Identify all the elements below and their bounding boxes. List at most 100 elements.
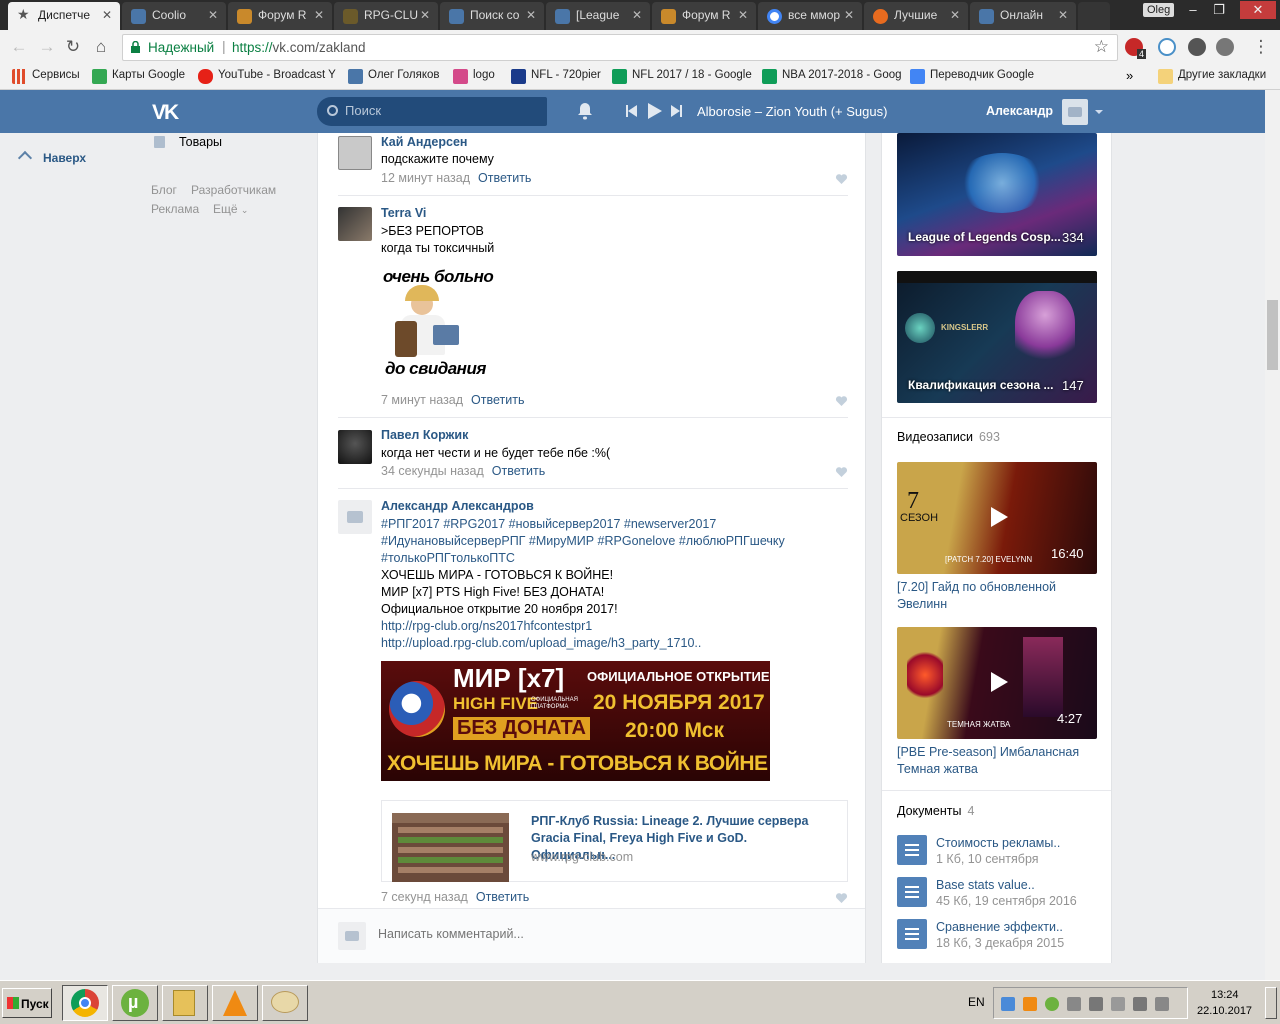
url-text[interactable]: https://vk.com/zakland	[232, 40, 366, 55]
profile-button[interactable]: Oleg	[1143, 3, 1175, 17]
taskbar-utorrent[interactable]: µ	[112, 985, 158, 1021]
bookmark-nba-sheet[interactable]: NBA 2017-2018 - Goog	[762, 69, 902, 84]
hashtags-line[interactable]: #толькоРПГтолькоПТС	[381, 550, 515, 567]
my-avatar[interactable]	[338, 922, 366, 950]
bookmark-apps[interactable]: Сервисы	[12, 69, 80, 84]
hashtags-line[interactable]: #ИдунановыйсерверРПГ #МируМИР #RPGonelov…	[381, 533, 785, 550]
close-icon[interactable]: ✕	[526, 8, 536, 22]
video-title[interactable]: [PBE Pre-season] Имбалансная Темная жатв…	[897, 744, 1097, 778]
tab-8[interactable]: Лучшие ✕	[864, 2, 968, 30]
avatar[interactable]	[338, 207, 372, 241]
flag-tray-icon[interactable]	[1155, 997, 1169, 1011]
taskbar-paint[interactable]	[262, 985, 308, 1021]
bookmark-nfl-sheet[interactable]: NFL 2017 / 18 - Google	[612, 69, 752, 84]
close-icon[interactable]: ✕	[738, 8, 748, 22]
avatar[interactable]	[338, 430, 372, 464]
comment-author[interactable]: Terra Vi	[381, 206, 426, 220]
now-playing-track[interactable]: Alborosie – Zion Youth (+ Sugus)	[697, 104, 887, 119]
tab-2[interactable]: Форум R ✕	[228, 2, 332, 30]
search-input[interactable]	[345, 103, 535, 118]
close-icon[interactable]: ✕	[314, 8, 324, 22]
video-title[interactable]: [7.20] Гайд по обновленной Эвелинн	[897, 579, 1097, 613]
video-thumb[interactable]: ТЕМНАЯ ЖАТВА 4:27	[897, 627, 1097, 739]
bookmarks-more-button[interactable]: »	[1126, 68, 1133, 83]
footer-link-blog[interactable]: Блог	[151, 183, 177, 197]
show-desktop-button[interactable]	[1265, 987, 1277, 1019]
taskbar-vlc[interactable]	[212, 985, 258, 1021]
clock-date[interactable]: 22.10.2017	[1197, 1005, 1252, 1017]
home-button[interactable]: ⌂	[90, 36, 112, 58]
previous-track-icon[interactable]	[626, 105, 637, 117]
close-icon[interactable]: ✕	[844, 8, 854, 22]
chevron-down-icon[interactable]	[1095, 110, 1103, 114]
comment-author[interactable]: Павел Коржик	[381, 428, 468, 442]
bell-icon[interactable]	[577, 102, 593, 120]
start-button[interactable]: Пуск	[2, 988, 52, 1018]
heart-icon[interactable]	[835, 173, 848, 185]
footer-link-more[interactable]: Ещё ⌄	[213, 202, 248, 216]
videos-header[interactable]: Видеозаписи 693	[897, 430, 1000, 444]
tab-7[interactable]: все ммор ✕	[758, 2, 862, 30]
vlc-tray-icon[interactable]	[1023, 997, 1037, 1011]
forward-button[interactable]: →	[36, 36, 58, 58]
taskbar-explorer[interactable]	[162, 985, 208, 1021]
taskbar-chrome[interactable]	[62, 985, 108, 1021]
scroll-to-top-link[interactable]: Наверх	[43, 151, 86, 165]
back-button[interactable]: ←	[8, 36, 30, 58]
avatar[interactable]	[338, 500, 372, 534]
meme-image[interactable]: очень больно до свидания	[381, 263, 506, 383]
bookmark-maps[interactable]: Карты Google	[92, 69, 185, 84]
search-box[interactable]	[317, 97, 547, 126]
comment-time[interactable]: 7 минут назад	[381, 393, 463, 407]
bookmark-youtube[interactable]: YouTube - Broadcast Y	[198, 69, 336, 84]
document-name[interactable]: Base stats value..	[936, 878, 1035, 892]
comment-input[interactable]	[378, 924, 848, 944]
close-window-button[interactable]: ✕	[1240, 1, 1276, 19]
close-icon[interactable]: ✕	[950, 8, 960, 22]
scrollbar-thumb[interactable]	[1267, 300, 1278, 370]
comment-time[interactable]: 12 минут назад	[381, 171, 470, 185]
link-snippet[interactable]: РПГ-Клуб Russia: Lineage 2. Лучшие серве…	[381, 800, 848, 882]
network-tray-icon[interactable]	[1133, 997, 1147, 1011]
avatar[interactable]	[338, 136, 372, 170]
vpn-extension-icon[interactable]	[1158, 38, 1176, 56]
settings-extension-icon[interactable]	[1188, 38, 1206, 56]
comment-time[interactable]: 7 секунд назад	[381, 890, 468, 904]
snippet-domain[interactable]: www.rpg-club.com	[531, 850, 633, 864]
page-scrollbar[interactable]	[1265, 90, 1280, 980]
heart-icon[interactable]	[835, 395, 848, 407]
heart-icon[interactable]	[835, 892, 848, 904]
video-thumb[interactable]: 7 СЕЗОН [PATCH 7.20] EVELYNN 16:40	[897, 462, 1097, 574]
heart-icon[interactable]	[835, 466, 848, 478]
play-icon[interactable]	[991, 672, 1008, 692]
volume-tray-icon[interactable]	[1111, 997, 1125, 1011]
album-thumb[interactable]: KINGSLERR Квалификация сезона ... 147	[897, 271, 1097, 403]
album-thumb[interactable]: League of Legends Cosp... 334	[897, 133, 1097, 256]
close-icon[interactable]: ✕	[1058, 8, 1068, 22]
footer-link-ads[interactable]: Реклама	[151, 202, 199, 216]
reload-button[interactable]: ↻	[62, 36, 84, 58]
play-icon[interactable]	[991, 507, 1008, 527]
tab-6[interactable]: Форум R ✕	[652, 2, 756, 30]
tab-3[interactable]: RPG-CLU ✕	[334, 2, 438, 30]
hashtags-line[interactable]: #РПГ2017 #RPG2017 #новыйсервер2017 #news…	[381, 516, 716, 533]
shield-tray-icon[interactable]	[1067, 997, 1081, 1011]
bookmark-vk-profile[interactable]: Олег Голяков	[348, 69, 440, 84]
clock-time[interactable]: 13:24	[1211, 989, 1239, 1001]
safely-remove-tray-icon[interactable]	[1089, 997, 1103, 1011]
comment-author[interactable]: Александр Александров	[381, 499, 534, 513]
header-avatar[interactable]	[1062, 99, 1088, 125]
banner-image[interactable]: МИР [x7] HIGH FIVE ОФИЦИАЛЬНАЯ ПЛАТФОРМА…	[381, 661, 770, 781]
sidebar-item-goods[interactable]: Товары	[179, 135, 222, 149]
comment-author[interactable]: Кай Андерсен	[381, 135, 467, 149]
comment-link[interactable]: http://rpg-club.org/ns2017hfcontestpr1	[381, 618, 592, 635]
tab-0[interactable]: ★ Диспетче ✕	[8, 2, 120, 30]
bookmark-logo[interactable]: logo	[453, 69, 495, 84]
menu-icon[interactable]: ⋮	[1250, 36, 1272, 58]
other-bookmarks-folder[interactable]: Другие закладки	[1158, 69, 1266, 84]
close-icon[interactable]: ✕	[420, 8, 430, 22]
tab-4[interactable]: Поиск со ✕	[440, 2, 544, 30]
language-indicator[interactable]: EN	[968, 995, 985, 1009]
maximize-button[interactable]: ❐	[1206, 1, 1232, 19]
bookmark-star-icon[interactable]: ☆	[1094, 37, 1109, 57]
